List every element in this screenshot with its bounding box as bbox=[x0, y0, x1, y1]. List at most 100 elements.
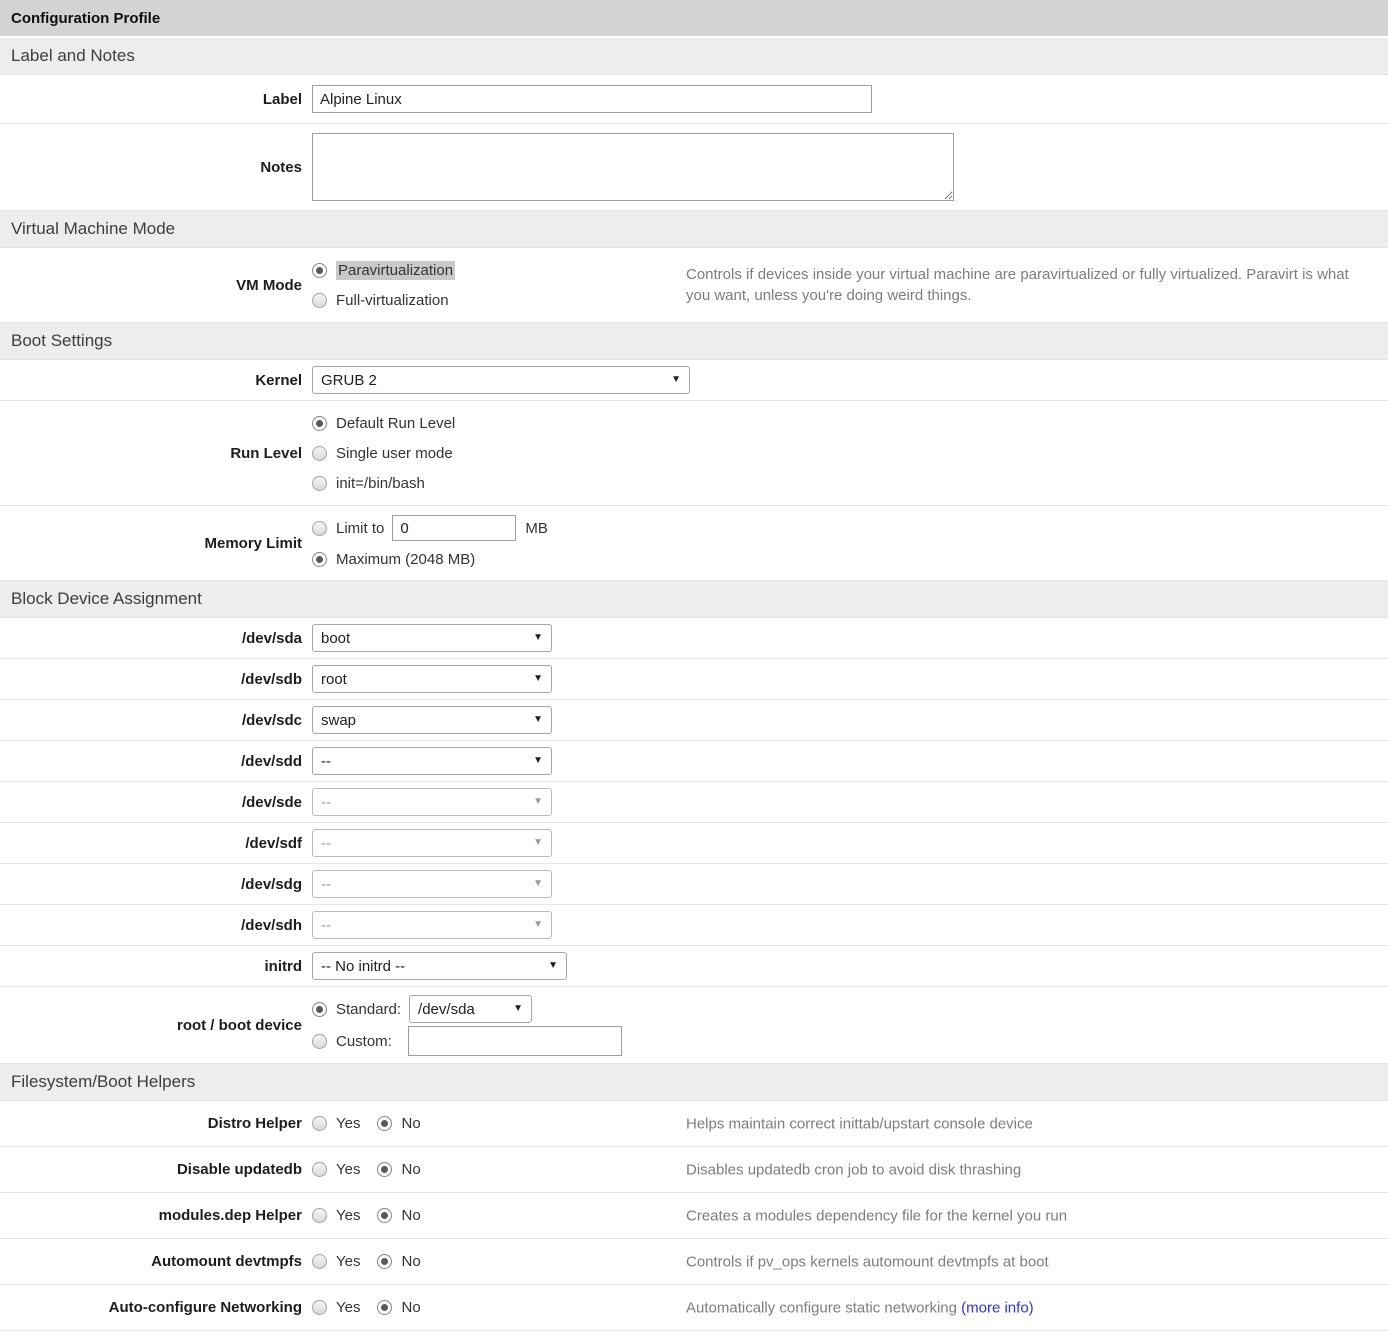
root-device-standard-select[interactable]: /dev/sda ▼ bbox=[409, 995, 532, 1023]
memory-limit-to-radio-label[interactable]: Limit to bbox=[336, 519, 384, 538]
device-select-sda[interactable]: boot ▼ bbox=[312, 624, 552, 652]
auto-configure-networking-no-radio[interactable] bbox=[377, 1300, 392, 1315]
memory-maximum-radio[interactable] bbox=[312, 552, 327, 567]
section-label-and-notes: Label and Notes bbox=[0, 38, 1388, 75]
device-select-sdg: -- ▼ bbox=[312, 870, 552, 898]
root-device-standard-radio[interactable] bbox=[312, 1002, 327, 1017]
modules-dep-no-radio[interactable] bbox=[377, 1208, 392, 1223]
auto-configure-networking-yes-radio[interactable] bbox=[312, 1300, 327, 1315]
dropdown-arrow-icon: ▼ bbox=[548, 961, 558, 971]
default-run-level-radio[interactable] bbox=[312, 416, 327, 431]
automount-devtmpfs-yes-radio[interactable] bbox=[312, 1254, 327, 1269]
more-info-link[interactable]: (more info) bbox=[961, 1299, 1034, 1316]
label-field-label: Label bbox=[0, 90, 302, 109]
vm-mode-row: VM Mode Paravirtualization Full-virtuali… bbox=[0, 248, 1388, 323]
dropdown-arrow-icon: ▼ bbox=[671, 375, 681, 385]
distro-helper-no-radio[interactable] bbox=[377, 1116, 392, 1131]
distro-helper-yes-label[interactable]: Yes bbox=[336, 1114, 360, 1133]
section-block-device-assignment: Block Device Assignment bbox=[0, 581, 1388, 618]
block-device-row: /dev/sdg -- ▼ bbox=[0, 864, 1388, 905]
modules-dep-yes-radio[interactable] bbox=[312, 1208, 327, 1223]
vm-mode-label: VM Mode bbox=[0, 276, 302, 295]
single-user-mode-radio-label[interactable]: Single user mode bbox=[336, 444, 453, 463]
dropdown-arrow-icon: ▼ bbox=[533, 756, 543, 766]
distro-helper-yes-radio[interactable] bbox=[312, 1116, 327, 1131]
device-select-sdb[interactable]: root ▼ bbox=[312, 665, 552, 693]
dropdown-arrow-icon: ▼ bbox=[533, 633, 543, 643]
root-device-custom-input[interactable] bbox=[408, 1026, 622, 1056]
auto-configure-networking-no-label[interactable]: No bbox=[401, 1298, 420, 1317]
root-boot-device-row: root / boot device Standard: /dev/sda ▼ … bbox=[0, 987, 1388, 1064]
modules-dep-yes-label[interactable]: Yes bbox=[336, 1206, 360, 1225]
kernel-label: Kernel bbox=[0, 371, 302, 390]
auto-configure-networking-row: Auto-configure Networking Yes No Automat… bbox=[0, 1285, 1388, 1331]
device-select-sdf: -- ▼ bbox=[312, 829, 552, 857]
distro-helper-row: Distro Helper Yes No Helps maintain corr… bbox=[0, 1101, 1388, 1147]
root-device-custom-radio[interactable] bbox=[312, 1034, 327, 1049]
block-device-row: /dev/sdh -- ▼ bbox=[0, 905, 1388, 946]
device-select-sdc[interactable]: swap ▼ bbox=[312, 706, 552, 734]
paravirtualization-radio[interactable] bbox=[312, 263, 327, 278]
notes-field-label: Notes bbox=[0, 158, 302, 177]
device-sda-label: /dev/sda bbox=[0, 629, 302, 648]
configuration-profile-page: Configuration Profile Label and Notes La… bbox=[0, 0, 1388, 1331]
dropdown-arrow-icon: ▼ bbox=[533, 920, 543, 930]
memory-limit-to-radio[interactable] bbox=[312, 521, 327, 536]
memory-limit-label: Memory Limit bbox=[0, 534, 302, 553]
device-select-sdd[interactable]: -- ▼ bbox=[312, 747, 552, 775]
auto-configure-networking-yes-label[interactable]: Yes bbox=[336, 1298, 360, 1317]
automount-devtmpfs-row: Automount devtmpfs Yes No Controls if pv… bbox=[0, 1239, 1388, 1285]
label-input[interactable] bbox=[312, 85, 872, 113]
kernel-row: Kernel GRUB 2 ▼ bbox=[0, 360, 1388, 401]
device-sdc-label: /dev/sdc bbox=[0, 711, 302, 730]
disable-updatedb-no-radio[interactable] bbox=[377, 1162, 392, 1177]
memory-limit-input[interactable] bbox=[392, 515, 516, 541]
section-filesystem-boot-helpers: Filesystem/Boot Helpers bbox=[0, 1064, 1388, 1101]
full-virtualization-radio[interactable] bbox=[312, 293, 327, 308]
memory-limit-row: Memory Limit Limit to MB Maximum (2048 M… bbox=[0, 506, 1388, 581]
section-virtual-machine-mode: Virtual Machine Mode bbox=[0, 211, 1388, 248]
default-run-level-radio-label[interactable]: Default Run Level bbox=[336, 414, 455, 433]
automount-devtmpfs-help-text: Controls if pv_ops kernels automount dev… bbox=[686, 1251, 1374, 1272]
kernel-select[interactable]: GRUB 2 ▼ bbox=[312, 366, 690, 394]
modules-dep-no-label[interactable]: No bbox=[401, 1206, 420, 1225]
dropdown-arrow-icon: ▼ bbox=[533, 797, 543, 807]
init-bin-bash-radio-label[interactable]: init=/bin/bash bbox=[336, 474, 425, 493]
distro-helper-help-text: Helps maintain correct inittab/upstart c… bbox=[686, 1113, 1374, 1134]
disable-updatedb-help-text: Disables updatedb cron job to avoid disk… bbox=[686, 1159, 1374, 1180]
section-boot-settings: Boot Settings bbox=[0, 323, 1388, 360]
block-device-row: /dev/sdd -- ▼ bbox=[0, 741, 1388, 782]
disable-updatedb-yes-label[interactable]: Yes bbox=[336, 1160, 360, 1179]
label-row: Label bbox=[0, 75, 1388, 124]
device-select-sde: -- ▼ bbox=[312, 788, 552, 816]
notes-textarea[interactable] bbox=[312, 133, 954, 201]
disable-updatedb-no-label[interactable]: No bbox=[401, 1160, 420, 1179]
full-virtualization-radio-label[interactable]: Full-virtualization bbox=[336, 291, 449, 310]
root-device-custom-radio-label[interactable]: Custom: bbox=[336, 1032, 392, 1051]
page-title: Configuration Profile bbox=[0, 0, 1388, 36]
run-level-label: Run Level bbox=[0, 444, 302, 463]
initrd-row: initrd -- No initrd -- ▼ bbox=[0, 946, 1388, 987]
automount-devtmpfs-no-label[interactable]: No bbox=[401, 1252, 420, 1271]
root-boot-device-label: root / boot device bbox=[0, 1016, 302, 1035]
disable-updatedb-yes-radio[interactable] bbox=[312, 1162, 327, 1177]
disable-updatedb-row: Disable updatedb Yes No Disables updated… bbox=[0, 1147, 1388, 1193]
dropdown-arrow-icon: ▼ bbox=[533, 838, 543, 848]
memory-maximum-radio-label[interactable]: Maximum (2048 MB) bbox=[336, 550, 475, 569]
kernel-select-value: GRUB 2 bbox=[321, 372, 377, 389]
modules-dep-helper-label: modules.dep Helper bbox=[0, 1206, 302, 1225]
block-device-row: /dev/sda boot ▼ bbox=[0, 618, 1388, 659]
distro-helper-no-label[interactable]: No bbox=[401, 1114, 420, 1133]
disable-updatedb-label: Disable updatedb bbox=[0, 1160, 302, 1179]
device-sdf-label: /dev/sdf bbox=[0, 834, 302, 853]
initrd-select[interactable]: -- No initrd -- ▼ bbox=[312, 952, 567, 980]
auto-configure-networking-help-text: Automatically configure static networkin… bbox=[686, 1297, 1374, 1318]
automount-devtmpfs-no-radio[interactable] bbox=[377, 1254, 392, 1269]
memory-limit-unit-label: MB bbox=[525, 520, 548, 537]
paravirtualization-radio-label[interactable]: Paravirtualization bbox=[336, 261, 455, 280]
root-device-standard-radio-label[interactable]: Standard: bbox=[336, 1000, 401, 1019]
single-user-mode-radio[interactable] bbox=[312, 446, 327, 461]
modules-dep-help-text: Creates a modules dependency file for th… bbox=[686, 1205, 1374, 1226]
init-bin-bash-radio[interactable] bbox=[312, 476, 327, 491]
automount-devtmpfs-yes-label[interactable]: Yes bbox=[336, 1252, 360, 1271]
